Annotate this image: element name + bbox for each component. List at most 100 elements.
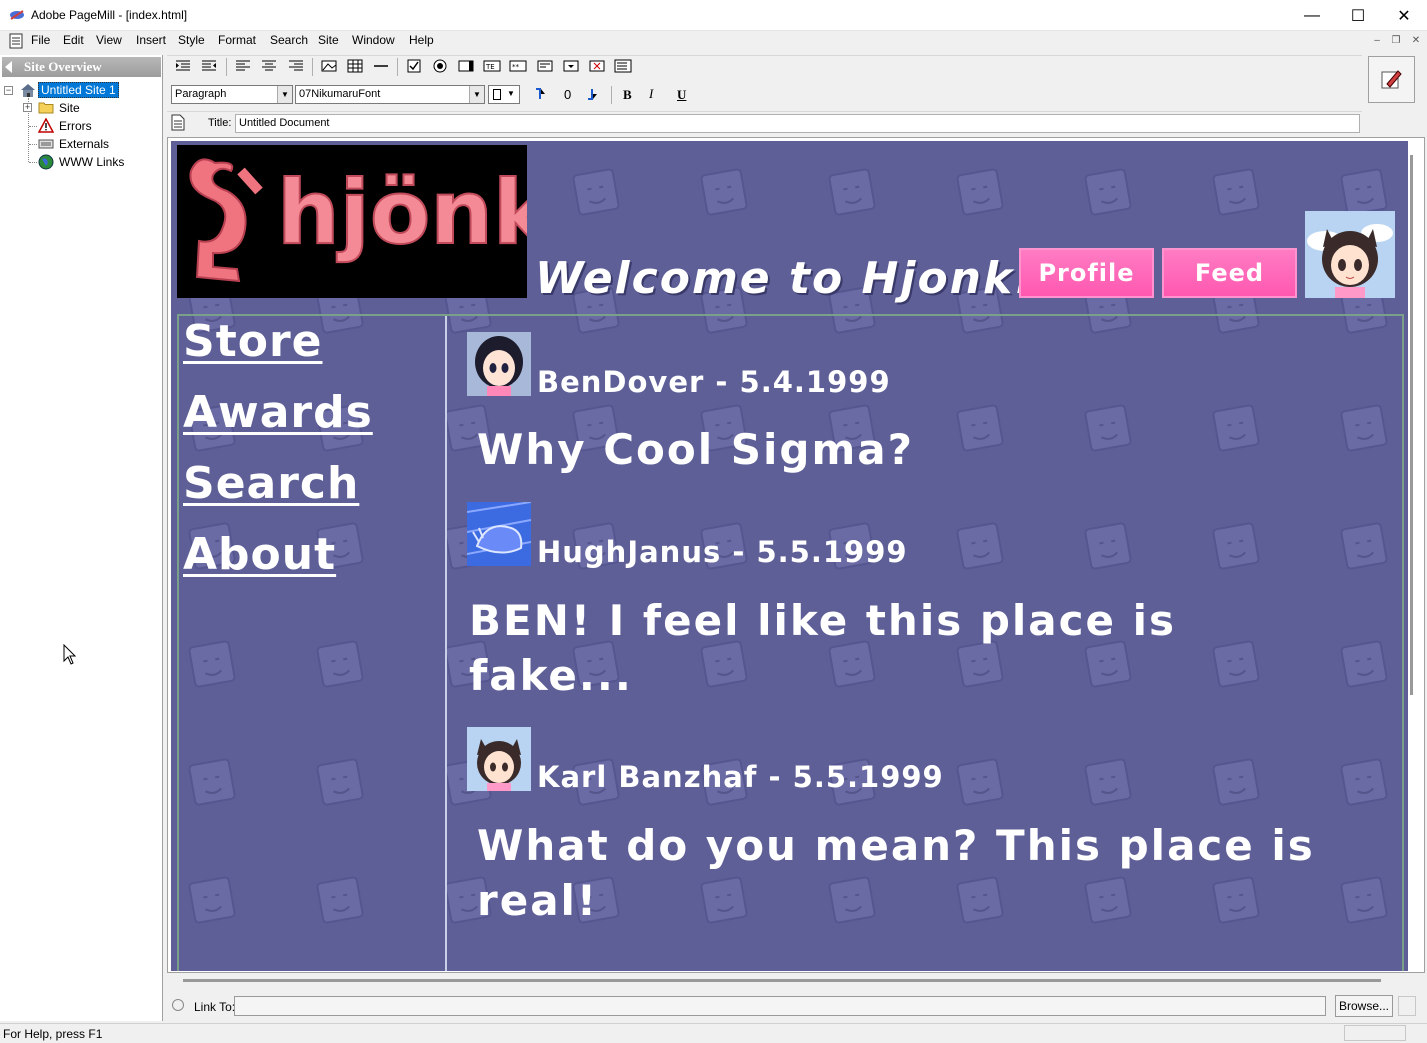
popup-menu-icon[interactable] <box>562 58 580 74</box>
globe-icon <box>38 154 54 170</box>
bold-button[interactable]: B <box>623 87 632 103</box>
minimize-button[interactable]: — <box>1289 0 1335 31</box>
tree-item-www-links[interactable]: WWW Links <box>59 155 124 169</box>
logo-text: hjönk <box>277 161 527 264</box>
post-avatar-karl-banzhaf[interactable] <box>467 727 531 791</box>
horizontal-rule-icon[interactable] <box>372 58 390 74</box>
tree-expand-icon[interactable]: + <box>23 103 32 112</box>
menu-site[interactable]: Site <box>318 33 339 47</box>
nav-link-about[interactable]: About <box>183 529 336 580</box>
indent-left-icon[interactable] <box>174 58 192 74</box>
browse-button[interactable]: Browse... <box>1335 995 1393 1017</box>
chevron-down-icon[interactable]: ▼ <box>507 89 515 98</box>
post-body: What do you mean? This place is real! <box>477 821 1315 925</box>
nav-link-store[interactable]: Store <box>183 316 323 367</box>
document-icon[interactable] <box>9 33 23 49</box>
text-field-icon[interactable] <box>457 58 475 74</box>
italic-button[interactable]: I <box>649 86 653 102</box>
svg-text:TE: TE <box>485 63 495 71</box>
post-header: HughJanus - 5.5.1999 <box>537 535 908 569</box>
menu-edit[interactable]: Edit <box>63 33 84 47</box>
page-icon <box>171 114 185 131</box>
radio-button-icon[interactable] <box>431 58 449 74</box>
page-canvas[interactable]: hjönk Welcome to Hjonk! Profile Feed Sto… <box>171 141 1408 971</box>
align-right-icon[interactable] <box>287 58 305 74</box>
status-bar <box>0 1023 1427 1043</box>
post-body: Why Cool Sigma? <box>477 425 914 474</box>
post-body: BEN! I feel like this place is fake... <box>469 596 1177 700</box>
form-field-icon[interactable] <box>536 58 554 74</box>
list-box-icon[interactable] <box>614 58 632 74</box>
text-area-icon[interactable]: TE <box>483 58 501 74</box>
collapse-arrow-icon[interactable] <box>5 61 12 73</box>
edit-pencil-icon <box>1381 70 1402 89</box>
status-text: For Help, press F1 <box>3 1027 103 1041</box>
site-overview-title: Site Overview <box>24 59 102 74</box>
mdi-close-icon[interactable]: ✕ <box>1409 35 1423 47</box>
tree-item-site[interactable]: Site <box>59 101 80 115</box>
paragraph-style-select[interactable]: Paragraph <box>171 85 293 104</box>
menu-format[interactable]: Format <box>218 33 256 47</box>
insert-image-icon[interactable] <box>320 58 338 74</box>
insert-table-icon[interactable] <box>346 58 364 74</box>
cat-girl-avatar[interactable] <box>1305 211 1395 298</box>
tree-item-errors[interactable]: Errors <box>59 119 92 133</box>
title-input[interactable]: Untitled Document <box>235 114 1360 133</box>
align-center-icon[interactable] <box>260 58 278 74</box>
font-select[interactable]: 07NikumaruFont <box>295 85 485 104</box>
maximize-button[interactable]: ☐ <box>1335 0 1381 31</box>
link-to-label: Link To: <box>194 1000 236 1014</box>
reset-button-icon[interactable] <box>588 58 606 74</box>
link-to-input[interactable] <box>234 996 1326 1016</box>
password-field-icon[interactable]: ** <box>509 58 527 74</box>
post-header: Karl Banzhaf - 5.5.1999 <box>537 760 944 794</box>
menu-search[interactable]: Search <box>270 33 308 47</box>
menu-insert[interactable]: Insert <box>136 33 166 47</box>
tree-collapse-icon[interactable]: − <box>4 86 13 95</box>
vertical-scrollbar[interactable] <box>1410 155 1413 695</box>
close-button[interactable]: ✕ <box>1381 0 1427 31</box>
menu-file[interactable]: File <box>31 33 50 47</box>
menu-view[interactable]: View <box>96 33 122 47</box>
indent-right-icon[interactable] <box>200 58 218 74</box>
increase-size-icon[interactable] <box>532 86 550 102</box>
font-value: 07NikumaruFont <box>299 88 381 100</box>
menu-window[interactable]: Window <box>352 33 395 47</box>
chevron-down-icon[interactable]: ▼ <box>469 86 484 103</box>
mdi-restore-icon[interactable]: ❐ <box>1389 35 1403 47</box>
window-title: Adobe PageMill - [index.html] <box>31 8 188 22</box>
status-pane <box>1344 1025 1406 1041</box>
nav-link-search[interactable]: Search <box>183 458 359 509</box>
horizontal-scrollbar[interactable] <box>183 979 1381 982</box>
post-avatar-bendover[interactable] <box>467 332 531 396</box>
link-options-icon[interactable] <box>1398 996 1416 1016</box>
chevron-down-icon[interactable]: ▼ <box>277 86 292 103</box>
feed-button[interactable]: Feed <box>1162 248 1297 298</box>
post-header: BenDover - 5.4.1999 <box>537 365 891 399</box>
profile-button[interactable]: Profile <box>1019 248 1154 298</box>
pagemill-app-icon <box>10 10 24 20</box>
checkbox-icon[interactable] <box>405 58 423 74</box>
nav-link-awards[interactable]: Awards <box>183 387 373 438</box>
folder-icon <box>38 102 54 114</box>
tree-root-untitled-site[interactable]: Untitled Site 1 <box>38 82 119 98</box>
font-size-zero-icon[interactable]: 0 <box>564 87 571 102</box>
welcome-heading: Welcome to Hjonk! <box>535 253 1037 304</box>
tree-item-externals[interactable]: Externals <box>59 137 109 151</box>
menu-bar <box>0 31 1427 52</box>
menu-help[interactable]: Help <box>409 33 434 47</box>
post-avatar-hughjanus[interactable] <box>467 502 531 566</box>
mdi-minimize-icon[interactable]: – <box>1370 35 1384 47</box>
site-home-icon <box>21 84 35 97</box>
paragraph-style-value: Paragraph <box>175 88 227 100</box>
align-left-icon[interactable] <box>234 58 252 74</box>
title-label: Title: <box>208 117 232 129</box>
flamingo-logo-icon: hjönk <box>189 158 527 283</box>
mouse-cursor-icon <box>63 644 77 665</box>
link-radio-icon[interactable] <box>172 999 184 1011</box>
decrease-size-icon[interactable] <box>584 86 602 102</box>
warning-icon <box>38 118 54 133</box>
menu-style[interactable]: Style <box>178 33 205 47</box>
underline-button[interactable]: U <box>677 87 686 103</box>
background-watermark-icon <box>828 168 876 216</box>
